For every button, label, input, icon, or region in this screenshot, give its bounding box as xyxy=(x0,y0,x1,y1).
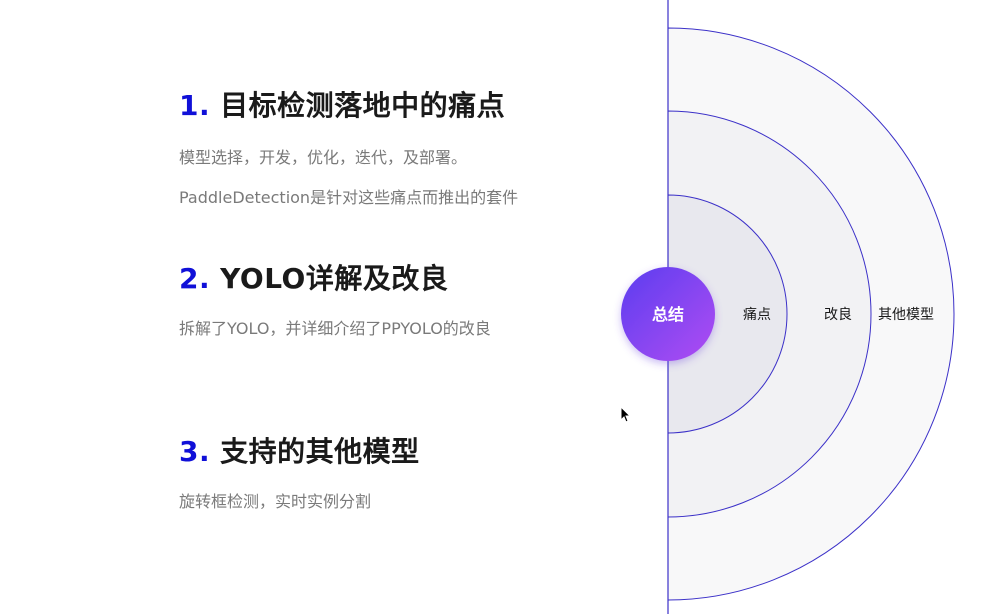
ring-label-inner: 痛点 xyxy=(743,306,771,323)
mouse-pointer-icon xyxy=(620,406,632,423)
ring-label-outer: 其他模型 xyxy=(878,307,934,323)
concentric-diagram: 总结 痛点 改良 其他模型 xyxy=(621,0,955,614)
ring-label-middle: 改良 xyxy=(824,307,852,323)
center-label: 总结 xyxy=(652,305,684,324)
